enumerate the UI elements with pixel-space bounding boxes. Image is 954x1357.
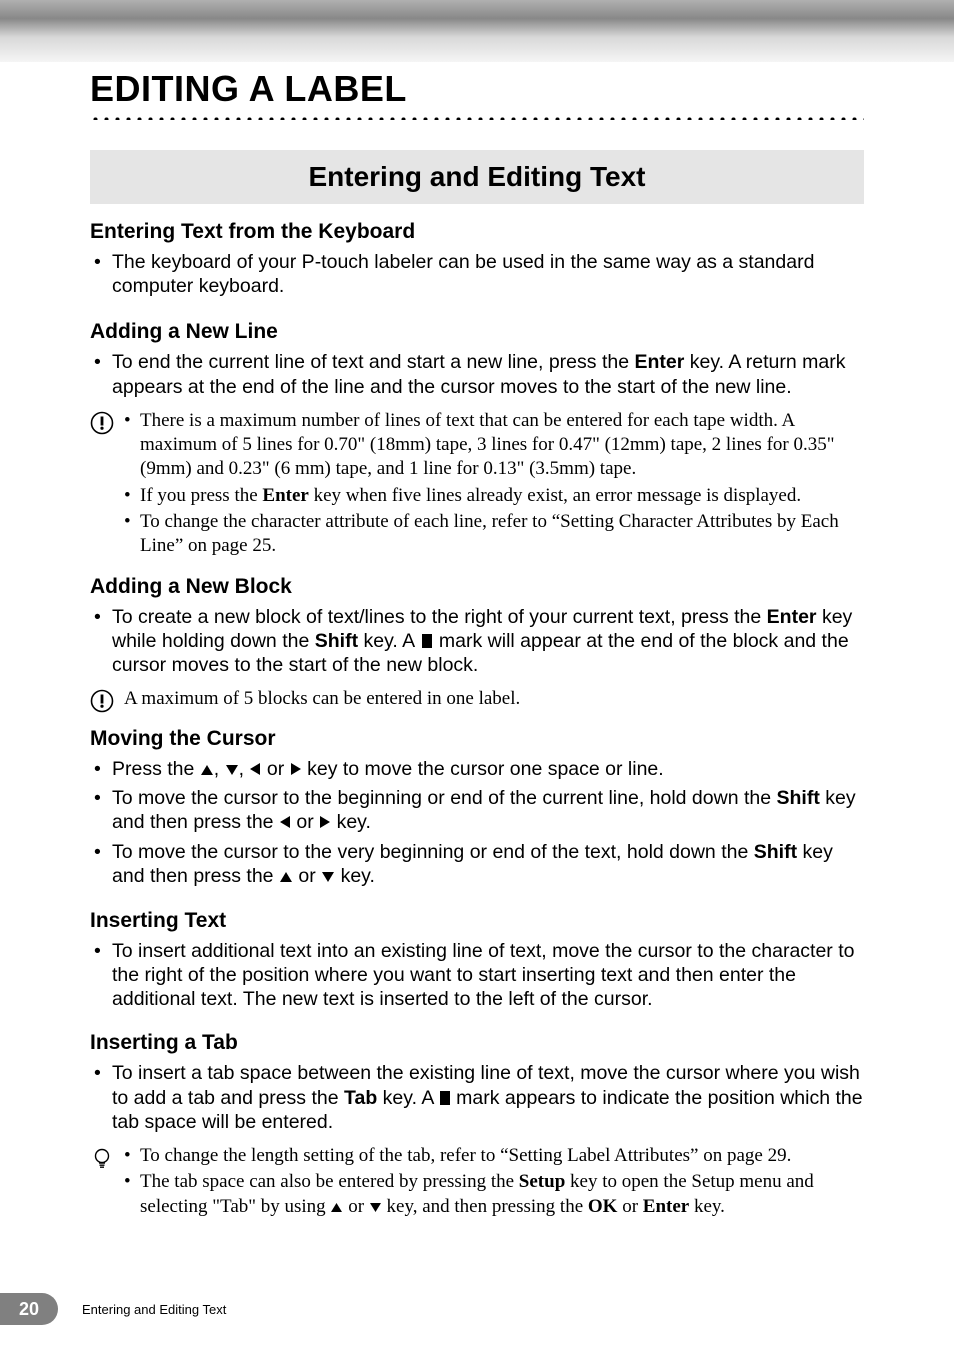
note-item: To change the length setting of the tab,…	[124, 1144, 864, 1168]
key-enter: Enter	[262, 485, 308, 506]
text: or	[617, 1196, 642, 1217]
text: key to move the cursor one space or line…	[307, 758, 664, 780]
or-text: or	[261, 758, 289, 780]
text: To move the cursor to the beginning or e…	[112, 787, 777, 809]
key-enter: Enter	[767, 606, 817, 628]
subhead-new-block: Adding a New Block	[90, 575, 864, 599]
page-footer: 20 Entering and Editing Text	[0, 1293, 226, 1325]
text: Press the	[112, 758, 200, 780]
bullet: Press the , , or key to move the cursor …	[90, 757, 864, 782]
or-text: or	[293, 865, 321, 887]
note-list: There is a maximum number of lines of te…	[124, 409, 864, 561]
key-enter: Enter	[634, 351, 684, 373]
key-shift: Shift	[754, 841, 797, 863]
key-setup: Setup	[519, 1171, 565, 1192]
lightbulb-icon	[90, 1146, 114, 1170]
bullet: To insert a tab space between the existi…	[90, 1061, 864, 1134]
bullet: To move the cursor to the beginning or e…	[90, 786, 864, 835]
block-mark-icon	[422, 634, 432, 648]
tip-note: To change the length setting of the tab,…	[90, 1144, 864, 1222]
up-arrow-icon	[200, 758, 214, 782]
subhead-entering-text: Entering Text from the Keyboard	[90, 220, 864, 244]
warning-icon	[90, 411, 114, 435]
warning-note: There is a maximum number of lines of te…	[90, 409, 864, 561]
bullet: To end the current line of text and star…	[90, 350, 864, 398]
or-text: or	[291, 811, 319, 833]
note-text: A maximum of 5 blocks can be entered in …	[124, 687, 864, 711]
text: To move the cursor to the very beginning…	[112, 841, 754, 863]
key-enter: Enter	[643, 1196, 689, 1217]
text: key.	[689, 1196, 725, 1217]
down-arrow-icon	[369, 1196, 382, 1220]
subhead-moving-cursor: Moving the Cursor	[90, 727, 864, 751]
text: key, and then pressing the	[387, 1196, 588, 1217]
right-arrow-icon	[290, 758, 302, 782]
footer-section-name: Entering and Editing Text	[82, 1302, 226, 1317]
bullet: To insert additional text into an existi…	[90, 939, 864, 1012]
text: To end the current line of text and star…	[112, 351, 634, 373]
up-arrow-icon	[279, 865, 293, 889]
page-content: EDITING A LABEL Entering and Editing Tex…	[0, 68, 954, 1222]
comma: ,	[239, 758, 250, 780]
warning-icon	[90, 689, 114, 713]
text: key.	[341, 865, 375, 887]
key-ok: OK	[588, 1196, 618, 1217]
key-shift: Shift	[315, 630, 358, 652]
key-shift: Shift	[777, 787, 820, 809]
bullet: To create a new block of text/lines to t…	[90, 605, 864, 678]
dotted-divider	[90, 114, 864, 120]
warning-note: A maximum of 5 blocks can be entered in …	[90, 687, 864, 713]
text: key. A	[377, 1087, 438, 1109]
tab-mark-icon	[440, 1091, 450, 1105]
text: To create a new block of text/lines to t…	[112, 606, 767, 628]
header-gradient	[0, 0, 954, 62]
up-arrow-icon	[330, 1196, 343, 1220]
note-item: If you press the Enter key when five lin…	[124, 484, 864, 508]
comma: ,	[214, 758, 225, 780]
bullet: To move the cursor to the very beginning…	[90, 840, 864, 889]
subhead-new-line: Adding a New Line	[90, 320, 864, 344]
subhead-inserting-tab: Inserting a Tab	[90, 1031, 864, 1055]
right-arrow-icon	[319, 811, 331, 835]
text: If you press the	[140, 485, 262, 506]
text: key. A	[358, 630, 419, 652]
down-arrow-icon	[225, 758, 239, 782]
chapter-title: EDITING A LABEL	[90, 68, 864, 110]
down-arrow-icon	[321, 865, 335, 889]
key-tab: Tab	[344, 1087, 377, 1109]
left-arrow-icon	[279, 811, 291, 835]
text: The tab space can also be entered by pre…	[140, 1171, 519, 1192]
note-item: There is a maximum number of lines of te…	[124, 409, 864, 482]
page-number: 20	[0, 1293, 58, 1325]
note-item: To change the character attribute of eac…	[124, 510, 864, 559]
note-list: To change the length setting of the tab,…	[124, 1144, 864, 1222]
text: key when five lines already exist, an er…	[309, 485, 801, 506]
section-title: Entering and Editing Text	[90, 150, 864, 204]
text: key.	[337, 811, 371, 833]
note-item: The tab space can also be entered by pre…	[124, 1170, 864, 1220]
subhead-inserting-text: Inserting Text	[90, 909, 864, 933]
bullet: The keyboard of your P-touch labeler can…	[90, 250, 864, 298]
or-text: or	[343, 1196, 368, 1217]
left-arrow-icon	[249, 758, 261, 782]
